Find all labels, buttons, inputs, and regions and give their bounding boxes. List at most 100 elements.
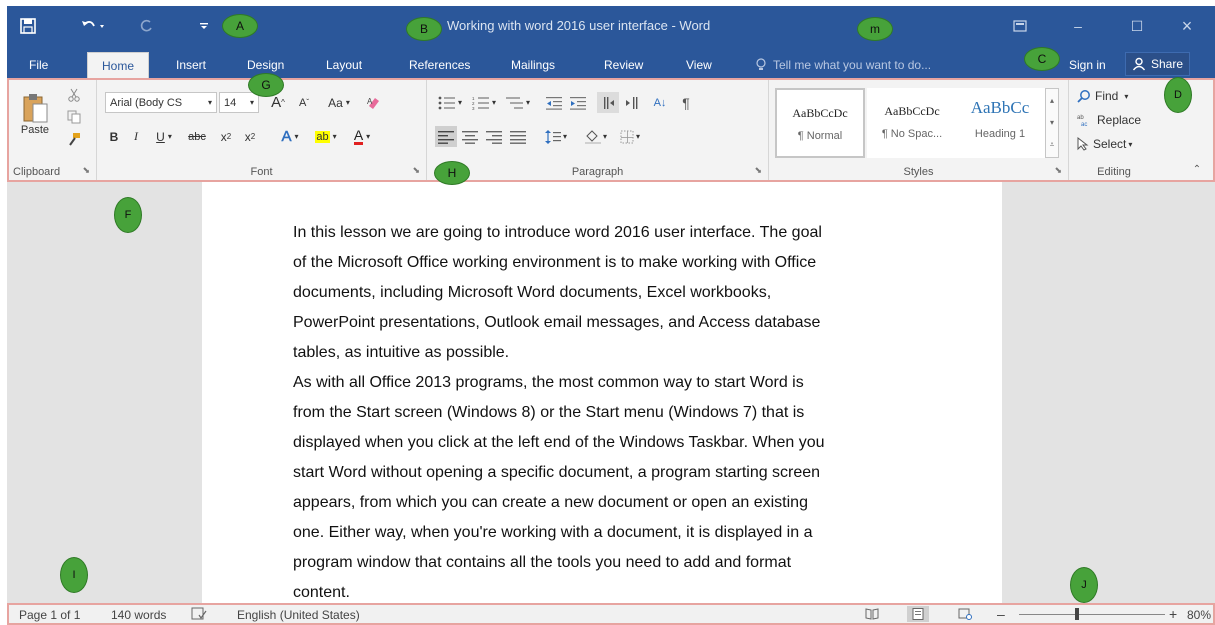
right-to-left-icon (626, 96, 638, 109)
align-right-icon (486, 130, 502, 144)
align-center-button[interactable] (459, 126, 481, 147)
redo-icon[interactable] (135, 15, 157, 37)
zoom-in-button[interactable]: + (1169, 606, 1177, 622)
clear-formatting-button[interactable]: A (363, 92, 385, 113)
style-normal[interactable]: AaBbCcDc ¶ Normal (775, 88, 865, 158)
ribbon-display-options-icon[interactable] (1005, 15, 1035, 37)
multilevel-list-button[interactable]: ▾ (503, 92, 533, 113)
font-size-dropdown[interactable]: 14 ▾ (219, 92, 259, 113)
rtl-button[interactable] (621, 92, 643, 113)
read-mode-icon[interactable] (861, 606, 883, 622)
zoom-slider-track[interactable] (1019, 614, 1165, 615)
replace-button[interactable]: ab ac Replace (1077, 110, 1141, 130)
copy-icon (67, 110, 81, 124)
document-line[interactable]: program window that contains all the too… (293, 548, 933, 578)
document-line[interactable]: appears, from which you can create a new… (293, 488, 933, 518)
borders-button[interactable]: ▾ (615, 126, 645, 147)
tell-me-box[interactable]: Tell me what you want to do... (755, 58, 931, 72)
clipboard-launcher-icon[interactable]: ⬊ (82, 165, 90, 176)
customize-quick-access-icon[interactable] (197, 15, 211, 37)
font-name-dropdown[interactable]: Arial (Body CS ▾ (105, 92, 217, 113)
minimize-button[interactable]: – (1063, 15, 1093, 37)
change-case-button[interactable]: Aa ▾ (321, 92, 357, 113)
shrink-font-button[interactable]: Aˇ (293, 92, 315, 113)
ltr-button[interactable] (597, 92, 619, 113)
decrease-indent-button[interactable] (543, 92, 565, 113)
style-heading-1[interactable]: AaBbCc Heading 1 (955, 88, 1045, 158)
paste-button[interactable]: Paste (15, 84, 55, 144)
document-line[interactable]: displayed when you click at the left end… (293, 428, 933, 458)
font-color-button[interactable]: A ▾ (347, 126, 377, 147)
numbering-button[interactable]: 123 ▾ (469, 92, 499, 113)
document-line[interactable]: documents, including Microsoft Word docu… (293, 278, 933, 308)
collapse-ribbon-icon[interactable]: ⌃ (1189, 162, 1205, 176)
document-line[interactable]: from the Start screen (Windows 8) or the… (293, 398, 933, 428)
undo-icon[interactable] (77, 15, 111, 37)
print-layout-icon[interactable] (907, 606, 929, 622)
document-line[interactable]: of the Microsoft Office working environm… (293, 248, 933, 278)
zoom-level[interactable]: 80% (1187, 608, 1211, 622)
document-body[interactable]: In this lesson we are going to introduce… (293, 218, 933, 608)
svg-text:A: A (367, 97, 373, 106)
proofing-book-icon[interactable] (191, 607, 207, 624)
document-page[interactable]: In this lesson we are going to introduce… (202, 182, 1002, 603)
document-line[interactable]: In this lesson we are going to introduce… (293, 218, 933, 248)
bullets-button[interactable]: ▾ (435, 92, 465, 113)
sign-in-link[interactable]: Sign in (1069, 58, 1106, 72)
paragraph-launcher-icon[interactable]: ⬊ (754, 165, 762, 176)
page-count[interactable]: Page 1 of 1 (19, 608, 80, 622)
text-effects-button[interactable]: A ▾ (275, 126, 305, 147)
format-painter-button[interactable] (63, 130, 85, 148)
justify-button[interactable] (507, 126, 529, 147)
language-indicator[interactable]: English (United States) (237, 608, 360, 622)
tab-home[interactable]: Home (87, 52, 150, 78)
tab-mailings[interactable]: Mailings (507, 52, 559, 78)
tab-layout[interactable]: Layout (322, 52, 366, 78)
document-line[interactable]: As with all Office 2013 programs, the mo… (293, 368, 933, 398)
chevron-down-icon: ▾ (345, 98, 350, 107)
tab-insert[interactable]: Insert (172, 52, 210, 78)
increase-indent-button[interactable] (567, 92, 589, 113)
close-button[interactable]: × (1172, 15, 1202, 37)
select-button[interactable]: Select ▾ (1077, 134, 1132, 154)
zoom-slider-thumb[interactable] (1075, 608, 1079, 620)
highlight-button[interactable]: ab ▾ (309, 126, 343, 147)
cut-button[interactable] (63, 86, 85, 104)
shading-button[interactable]: ▾ (581, 126, 611, 147)
styles-launcher-icon[interactable]: ⬊ (1054, 165, 1062, 176)
styles-group: AaBbCcDc ¶ Normal AaBbCcDc ¶ No Spac... … (769, 80, 1069, 180)
font-launcher-icon[interactable]: ⬊ (412, 165, 420, 176)
tab-file[interactable]: File (25, 52, 52, 78)
document-line[interactable]: start Word without opening a specific do… (293, 458, 933, 488)
subscript-button[interactable]: x2 (215, 126, 237, 147)
web-layout-icon[interactable] (954, 606, 976, 622)
word-window: Working with word 2016 user interface - … (7, 6, 1215, 625)
find-button[interactable]: Find ▾ (1077, 86, 1128, 106)
word-count[interactable]: 140 words (111, 608, 166, 622)
tab-references[interactable]: References (405, 52, 474, 78)
align-right-button[interactable] (483, 126, 505, 147)
justify-icon (510, 130, 526, 144)
zoom-out-button[interactable]: – (997, 606, 1005, 622)
document-line[interactable]: tables, as intuitive as possible. (293, 338, 933, 368)
italic-button[interactable]: I (127, 126, 145, 147)
bold-button[interactable]: B (105, 126, 123, 147)
styles-gallery-scroller[interactable]: ▴ ▾ ⩡ (1045, 88, 1059, 158)
tab-view[interactable]: View (682, 52, 716, 78)
document-area[interactable]: In this lesson we are going to introduce… (7, 182, 1215, 603)
copy-button[interactable] (63, 108, 85, 126)
save-icon[interactable] (15, 15, 41, 37)
tab-review[interactable]: Review (600, 52, 647, 78)
align-left-button[interactable] (435, 126, 457, 147)
maximize-button[interactable]: ☐ (1122, 15, 1152, 37)
document-line[interactable]: one. Either way, when you're working wit… (293, 518, 933, 548)
show-formatting-button[interactable]: ¶ (675, 92, 697, 113)
strikethrough-button[interactable]: abc (183, 126, 211, 147)
document-line[interactable]: PowerPoint presentations, Outlook email … (293, 308, 933, 338)
sort-button[interactable]: A↓ (649, 92, 671, 113)
style-no-spacing[interactable]: AaBbCcDc ¶ No Spac... (867, 88, 957, 158)
underline-button[interactable]: U ▾ (149, 126, 179, 147)
superscript-button[interactable]: x2 (239, 126, 261, 147)
line-spacing-button[interactable]: ▾ (541, 126, 571, 147)
share-button[interactable]: Share (1125, 52, 1191, 76)
